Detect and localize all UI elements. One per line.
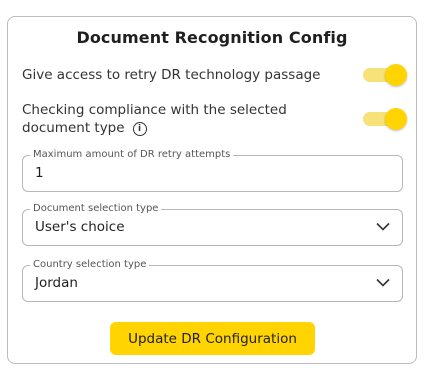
dr-config-card: Document Recognition Config Give access …: [7, 16, 417, 364]
retry-attempts-label: Maximum amount of DR retry attempts: [30, 148, 234, 162]
compliance-label-line1: Checking compliance with the selected: [22, 102, 287, 118]
compliance-label-line2: document type: [22, 120, 125, 136]
country-selection-select[interactable]: Country selection type Jordan: [22, 258, 403, 302]
document-selection-label: Document selection type: [30, 202, 162, 216]
info-icon[interactable]: i: [132, 122, 147, 136]
country-selection-label: Country selection type: [30, 258, 150, 272]
country-selection-value: Jordan: [35, 275, 78, 291]
toggle-thumb: [385, 64, 407, 86]
retry-access-label: Give access to retry DR technology passa…: [22, 67, 321, 83]
document-selection-value: User's choice: [35, 219, 125, 235]
chevron-down-icon: [376, 278, 390, 287]
retry-access-toggle[interactable]: [363, 63, 407, 87]
toggle-thumb: [385, 108, 407, 130]
update-dr-configuration-button[interactable]: Update DR Configuration: [110, 322, 315, 355]
retry-attempts-value: 1: [35, 165, 44, 181]
compliance-toggle[interactable]: [363, 107, 407, 131]
compliance-label: Checking compliance with the selected do…: [22, 101, 287, 137]
chevron-down-icon: [376, 222, 390, 231]
card-title: Document Recognition Config: [76, 28, 348, 47]
retry-attempts-input[interactable]: Maximum amount of DR retry attempts 1: [22, 148, 403, 192]
document-selection-select[interactable]: Document selection type User's choice: [22, 202, 403, 246]
